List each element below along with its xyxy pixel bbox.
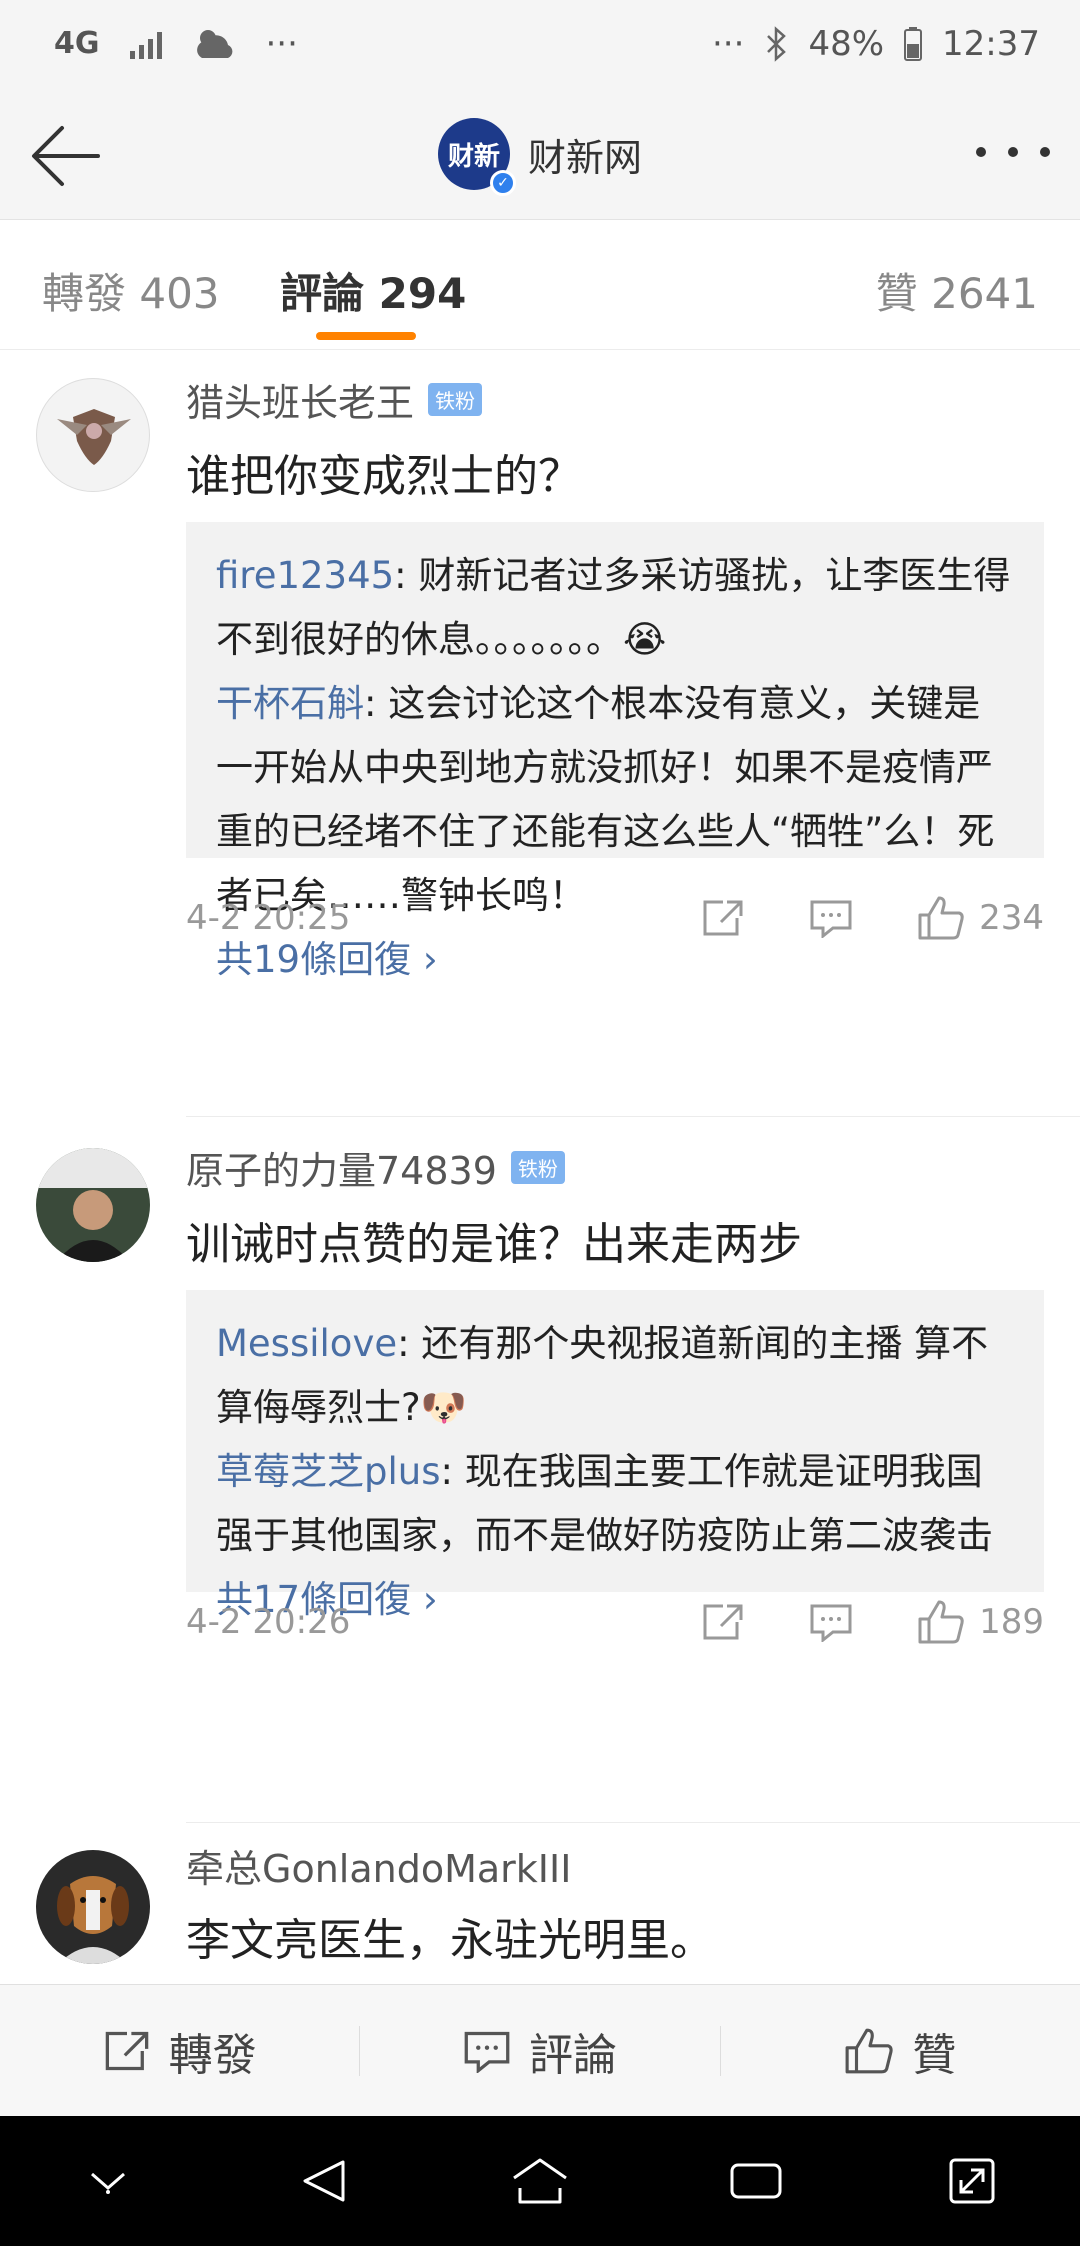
fan-badge: 铁粉 bbox=[510, 1151, 565, 1184]
comment-divider bbox=[186, 1822, 1080, 1823]
comment-time: 4-2 20:26 bbox=[186, 1602, 351, 1642]
logo-text: 财新 bbox=[447, 141, 500, 172]
more-dot-icon bbox=[1008, 147, 1018, 157]
like-action-button[interactable]: 贊 bbox=[721, 1985, 1080, 2116]
reply-author[interactable]: 草莓芝芝plus bbox=[216, 1450, 441, 1493]
repost-button[interactable] bbox=[701, 1602, 745, 1642]
nav-hide-button[interactable] bbox=[68, 2141, 148, 2221]
badge-avatar-icon bbox=[57, 409, 131, 465]
author-name[interactable]: 猎头班长老王 bbox=[186, 372, 414, 427]
chevron-down-icon bbox=[91, 2172, 125, 2194]
comment-item: 原子的力量74839 铁粉 训诫时点赞的是谁？出来走两步 Messilove: … bbox=[0, 1118, 1080, 1824]
back-button[interactable] bbox=[30, 122, 102, 190]
tab-reposts[interactable]: 轉發 403 bbox=[42, 260, 220, 321]
more-dot-icon bbox=[1040, 147, 1050, 157]
share-icon bbox=[105, 2031, 148, 2070]
comment-text: 李文亮医生，永驻光明里。 bbox=[186, 1915, 714, 1966]
like-button[interactable]: 189 bbox=[917, 1599, 1044, 1645]
comment-time: 4-2 20:25 bbox=[186, 898, 351, 938]
reply-item[interactable]: 草莓芝芝plus: 现在我国主要工作就是证明我国强于其他国家，而不是做好防疫防止… bbox=[216, 1440, 1014, 1568]
fan-badge: 铁粉 bbox=[428, 383, 483, 416]
share-icon bbox=[703, 900, 743, 936]
comment-divider bbox=[186, 1116, 1080, 1117]
comment-item: 牵总GonlandoMarkIII 李文亮医生，永驻光明里。 bbox=[0, 1824, 1080, 1984]
like-count: 234 bbox=[979, 898, 1044, 938]
repost-action-button[interactable]: 轉發 bbox=[0, 1985, 359, 2116]
home-icon bbox=[513, 2158, 567, 2204]
reply-author[interactable]: fire12345 bbox=[216, 554, 394, 597]
repost-label: 轉發 bbox=[168, 2029, 257, 2081]
overflow-notifications: ··· bbox=[265, 24, 298, 64]
battery-icon bbox=[904, 27, 923, 61]
bluetooth-icon bbox=[767, 26, 787, 62]
back-arrow-icon bbox=[32, 126, 100, 186]
more-options-button[interactable] bbox=[976, 132, 1050, 172]
repost-button[interactable] bbox=[701, 898, 745, 938]
like-button[interactable]: 234 bbox=[917, 895, 1044, 941]
comment-meta: 4-2 20:26 189 bbox=[186, 1592, 1044, 1652]
comment-icon bbox=[464, 2031, 510, 2073]
author-name[interactable]: 原子的力量74839 bbox=[186, 1140, 497, 1195]
dog-avatar-icon bbox=[57, 1876, 129, 1964]
comment-item: 猎头班长老王 铁粉 谁把你变成烈士的？ fire12345: 财新记者过多采访骚… bbox=[0, 350, 1080, 1118]
recents-icon bbox=[730, 2163, 782, 2199]
triangle-back-icon bbox=[303, 2160, 345, 2202]
comment-author[interactable]: 牵总GonlandoMarkIII bbox=[186, 1838, 571, 1893]
battery-percent: 48% bbox=[808, 24, 885, 64]
reply-author[interactable]: 干杯石斛 bbox=[216, 682, 364, 725]
share-icon bbox=[703, 1604, 743, 1640]
comment-text: 谁把你变成烈士的？ bbox=[186, 451, 582, 502]
nav-recents-button[interactable] bbox=[716, 2141, 796, 2221]
thumbs-up-icon bbox=[845, 2028, 893, 2073]
like-label: 贊 bbox=[912, 2029, 957, 2081]
status-bar: 4G ··· ··· 48% 12:37 bbox=[0, 0, 1080, 92]
comment-text: 训诫时点赞的是谁？出来走两步 bbox=[186, 1219, 802, 1270]
active-tab-indicator bbox=[316, 332, 416, 340]
account-avatar: 财新 ✓ bbox=[438, 118, 516, 196]
app-header: 财新 ✓ 财新网 bbox=[0, 92, 1080, 220]
reply-item[interactable]: Messilove: 还有那个央视报道新闻的主播 算不算侮辱烈士?🐶 bbox=[216, 1312, 1014, 1440]
person-photo-icon bbox=[36, 1148, 150, 1262]
comment-label: 評論 bbox=[528, 2029, 617, 2081]
reply-item[interactable]: fire12345: 财新记者过多采访骚扰，让李医生得不到很好的休息。。。。。。… bbox=[216, 544, 1014, 672]
like-count: 189 bbox=[979, 1602, 1044, 1642]
comment-icon bbox=[810, 1604, 852, 1642]
avatar[interactable] bbox=[36, 378, 150, 492]
reply-box[interactable]: Messilove: 还有那个央视报道新闻的主播 算不算侮辱烈士?🐶 草莓芝芝p… bbox=[186, 1290, 1044, 1621]
avatar[interactable] bbox=[36, 1850, 150, 1964]
thumbs-up-icon bbox=[918, 1600, 964, 1644]
author-name[interactable]: 牵总GonlandoMarkIII bbox=[186, 1838, 571, 1893]
comment-meta: 4-2 20:25 234 bbox=[186, 888, 1044, 948]
network-type: 4G bbox=[54, 26, 100, 61]
expand-icon bbox=[949, 2158, 995, 2204]
bottom-action-bar: 轉發 評論 贊 bbox=[0, 1984, 1080, 2116]
tab-bar: 轉發 403 評論 294 贊 2641 bbox=[0, 220, 1080, 350]
reply-button[interactable] bbox=[809, 1602, 853, 1642]
reply-box[interactable]: fire12345: 财新记者过多采访骚扰，让李医生得不到很好的休息。。。。。。… bbox=[186, 522, 1044, 981]
nav-back-button[interactable] bbox=[284, 2141, 364, 2221]
thumbs-up-icon bbox=[918, 896, 964, 940]
weather-icon bbox=[196, 30, 232, 58]
tab-comments[interactable]: 評論 294 bbox=[280, 260, 466, 321]
signal-icon bbox=[129, 29, 162, 59]
tab-likes[interactable]: 贊 2641 bbox=[876, 260, 1038, 321]
more-dot-icon bbox=[976, 147, 986, 157]
nav-rotate-button[interactable] bbox=[932, 2141, 1012, 2221]
page-title: 财新网 bbox=[528, 135, 643, 180]
account-title[interactable]: 财新 ✓ 财新网 bbox=[438, 118, 643, 196]
comment-author[interactable]: 原子的力量74839 铁粉 bbox=[186, 1140, 565, 1195]
reply-author[interactable]: Messilove bbox=[216, 1322, 397, 1365]
verified-icon: ✓ bbox=[490, 170, 516, 196]
comment-icon bbox=[810, 900, 852, 938]
comment-author[interactable]: 猎头班长老王 铁粉 bbox=[186, 372, 483, 427]
nav-home-button[interactable] bbox=[500, 2141, 580, 2221]
clock: 12:37 bbox=[942, 24, 1040, 64]
avatar[interactable] bbox=[36, 1148, 150, 1262]
system-nav-bar bbox=[0, 2116, 1080, 2246]
reply-button[interactable] bbox=[809, 898, 853, 938]
status-dots: ··· bbox=[712, 24, 745, 64]
comment-action-button[interactable]: 評論 bbox=[360, 1985, 719, 2116]
